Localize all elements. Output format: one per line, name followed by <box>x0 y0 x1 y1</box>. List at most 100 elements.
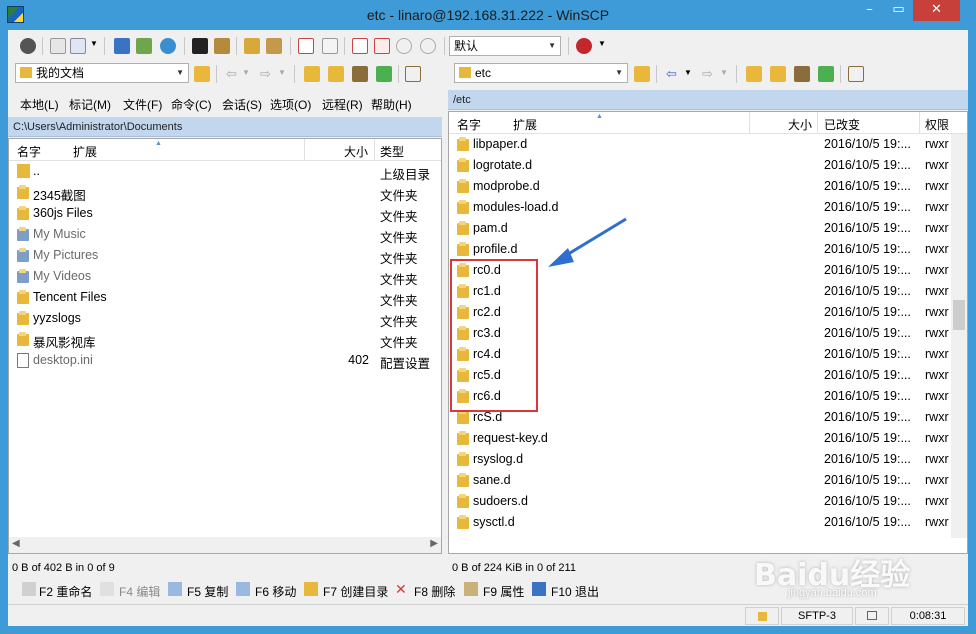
root-directory-icon[interactable] <box>328 66 344 82</box>
right-vertical-scrollbar[interactable] <box>951 134 967 538</box>
menu-local[interactable]: 本地(L) <box>20 96 59 113</box>
chevron-down-icon[interactable]: ▼ <box>90 39 98 48</box>
list-item[interactable]: My Pictures 文件夹 <box>9 245 441 266</box>
menu-remote[interactable]: 远程(R) <box>322 96 363 113</box>
forward-icon[interactable]: ⇨ <box>702 66 713 82</box>
refresh-icon[interactable] <box>160 38 176 54</box>
open-folder-icon[interactable] <box>194 66 210 82</box>
invert-selection-icon[interactable] <box>374 38 390 54</box>
home-icon[interactable] <box>794 66 810 82</box>
list-item[interactable]: sane.d 2016/10/5 19:... rwxr <box>449 470 967 491</box>
chevron-down-icon[interactable]: ▼ <box>598 39 606 48</box>
copy-button[interactable]: F5 复制 <box>187 583 228 600</box>
create-directory-button[interactable]: F7 创建目录 <box>323 583 388 600</box>
list-item[interactable]: libpaper.d 2016/10/5 19:... rwxr <box>449 134 967 155</box>
scroll-right-icon[interactable]: ▶ <box>430 538 438 549</box>
close-button[interactable]: ✕ <box>913 0 960 21</box>
list-item[interactable]: rc0.d 2016/10/5 19:... rwxr <box>449 260 967 281</box>
chevron-down-icon[interactable]: ▼ <box>684 68 692 77</box>
tree-view-icon[interactable] <box>405 66 421 82</box>
tree-view-icon[interactable] <box>848 66 864 82</box>
menu-session[interactable]: 会话(S) <box>222 96 262 113</box>
right-path-bar[interactable]: /etc <box>448 90 968 110</box>
sync-icon[interactable] <box>114 38 130 54</box>
list-item[interactable]: rc1.d 2016/10/5 19:... rwxr <box>449 281 967 302</box>
select-all-icon[interactable] <box>298 38 314 54</box>
column-modified[interactable]: 已改变 <box>824 116 860 133</box>
column-size[interactable]: 大小 <box>344 143 368 160</box>
terminal-icon[interactable] <box>192 38 208 54</box>
list-item[interactable]: My Music 文件夹 <box>9 224 441 245</box>
menu-files[interactable]: 文件(F) <box>123 96 162 113</box>
column-extension[interactable]: 扩展 <box>73 143 97 160</box>
list-item[interactable]: My Videos 文件夹 <box>9 266 441 287</box>
rename-button[interactable]: F2 重命名 <box>39 583 92 600</box>
column-permissions[interactable]: 权限 <box>925 116 949 133</box>
refresh-icon[interactable] <box>376 66 392 82</box>
list-item[interactable]: rcS.d 2016/10/5 19:... rwxr <box>449 407 967 428</box>
list-item[interactable]: 2345截图 文件夹 <box>9 182 441 203</box>
parent-directory-icon[interactable] <box>304 66 320 82</box>
left-file-panel[interactable]: 名字 扩展 ▲ 大小 类型 .. 上级目录 2345截图 文件夹 360js Files… <box>8 138 442 554</box>
list-item[interactable]: rsyslog.d 2016/10/5 19:... rwxr <box>449 449 967 470</box>
list-item[interactable]: pam.d 2016/10/5 19:... rwxr <box>449 218 967 239</box>
list-item[interactable]: modprobe.d 2016/10/5 19:... rwxr <box>449 176 967 197</box>
list-item[interactable]: sudoers.d 2016/10/5 19:... rwxr <box>449 491 967 512</box>
list-item[interactable]: rc2.d 2016/10/5 19:... rwxr <box>449 302 967 323</box>
move-button[interactable]: F6 移动 <box>255 583 296 600</box>
list-item[interactable]: .. 上级目录 <box>9 161 441 182</box>
list-item[interactable]: 360js Files 文件夹 <box>9 203 441 224</box>
right-file-panel[interactable]: 名字 扩展 ▲ 大小 已改变 权限 libpaper.d 2016/10/5 19… <box>448 111 968 554</box>
list-item[interactable]: rc6.d 2016/10/5 19:... rwxr <box>449 386 967 407</box>
chevron-down-icon[interactable]: ▼ <box>720 68 728 77</box>
menu-mark[interactable]: 标记(M) <box>69 96 111 113</box>
menu-commands[interactable]: 命令(C) <box>171 96 212 113</box>
minimize-button[interactable]: – <box>856 0 883 21</box>
unselect-icon[interactable] <box>322 38 338 54</box>
list-item[interactable]: yyzslogs 文件夹 <box>9 308 441 329</box>
left-horizontal-scrollbar[interactable]: ◀ ▶ <box>9 537 441 553</box>
root-directory-icon[interactable] <box>770 66 786 82</box>
column-name[interactable]: 名字 <box>17 143 41 160</box>
queue-icon[interactable] <box>70 38 86 54</box>
edit-button[interactable]: F4 编辑 <box>119 583 160 600</box>
chevron-down-icon[interactable]: ▼ <box>242 68 250 77</box>
delete-button[interactable]: F8 删除 <box>414 583 455 600</box>
compare-icon[interactable] <box>50 38 66 54</box>
column-type[interactable]: 类型 <box>380 143 404 160</box>
list-item[interactable]: rc5.d 2016/10/5 19:... rwxr <box>449 365 967 386</box>
column-size[interactable]: 大小 <box>788 116 812 133</box>
list-item[interactable]: rc3.d 2016/10/5 19:... rwxr <box>449 323 967 344</box>
find-icon[interactable] <box>266 38 282 54</box>
back-icon[interactable]: ⇦ <box>226 66 237 82</box>
preferences-icon[interactable] <box>576 38 592 54</box>
right-location-dropdown[interactable]: etc ▼ <box>454 63 628 83</box>
bookmark-icon[interactable] <box>244 38 260 54</box>
menu-help[interactable]: 帮助(H) <box>371 96 412 113</box>
parent-directory-icon[interactable] <box>746 66 762 82</box>
transfer-icon[interactable] <box>136 38 152 54</box>
list-item[interactable]: desktop.ini 402 配置设置 <box>9 350 441 371</box>
scroll-left-icon[interactable]: ◀ <box>12 538 20 549</box>
transfer-settings-dropdown[interactable]: 默认 ▼ <box>449 36 561 56</box>
open-folder-icon[interactable] <box>634 66 650 82</box>
list-item[interactable]: Tencent Files 文件夹 <box>9 287 441 308</box>
list-item[interactable]: profile.d 2016/10/5 19:... rwxr <box>449 239 967 260</box>
putty-icon[interactable] <box>214 38 230 54</box>
refresh-icon[interactable] <box>818 66 834 82</box>
back-icon[interactable]: ⇦ <box>666 66 677 82</box>
forward-icon[interactable]: ⇨ <box>260 66 271 82</box>
home-icon[interactable] <box>352 66 368 82</box>
clear-icon[interactable] <box>396 38 412 54</box>
history-icon[interactable] <box>420 38 436 54</box>
quit-button[interactable]: F10 退出 <box>551 583 599 600</box>
list-item[interactable]: modules-load.d 2016/10/5 19:... rwxr <box>449 197 967 218</box>
list-item[interactable]: rc4.d 2016/10/5 19:... rwxr <box>449 344 967 365</box>
list-item[interactable]: request-key.d 2016/10/5 19:... rwxr <box>449 428 967 449</box>
menu-options[interactable]: 选项(O) <box>270 96 311 113</box>
list-item[interactable]: logrotate.d 2016/10/5 19:... rwxr <box>449 155 967 176</box>
list-item[interactable]: 暴风影视库 文件夹 <box>9 329 441 350</box>
column-name[interactable]: 名字 <box>457 116 481 133</box>
left-path-bar[interactable]: C:\Users\Administrator\Documents <box>8 117 442 137</box>
maximize-button[interactable]: ▭ <box>885 0 912 21</box>
